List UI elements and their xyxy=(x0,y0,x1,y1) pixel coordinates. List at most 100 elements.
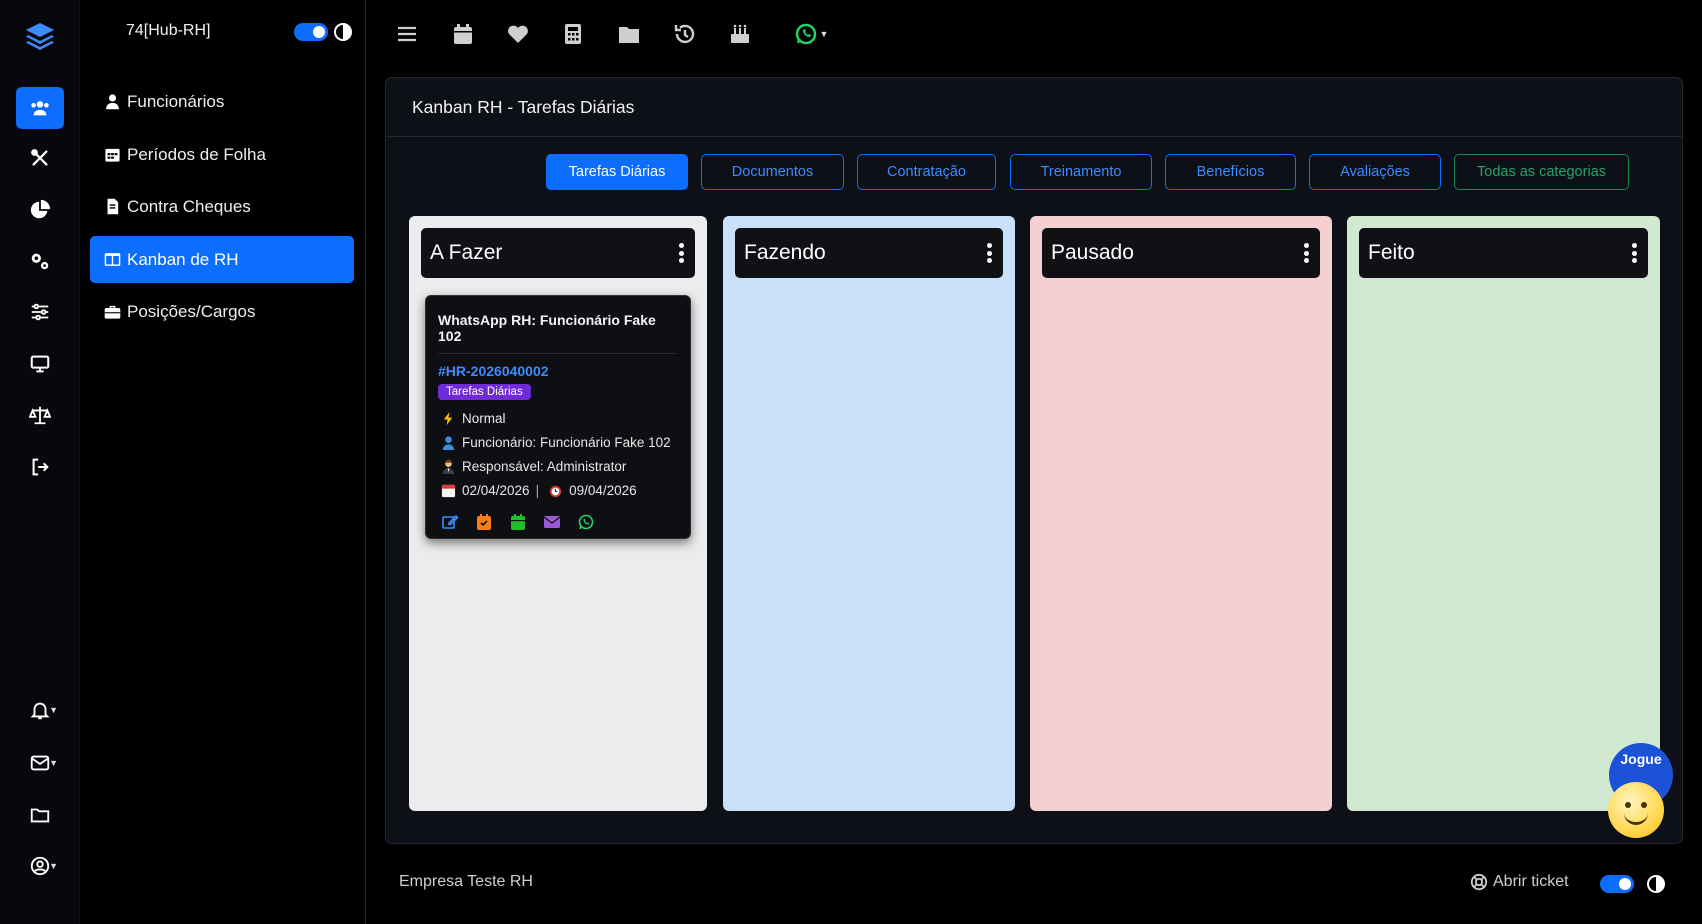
sidebar-item-posicoes[interactable]: Posições/Cargos xyxy=(90,288,354,335)
column-title: Fazendo xyxy=(744,241,826,264)
dates-row: 02/04/2026 | 09/04/2026 xyxy=(438,478,678,502)
menu-icon[interactable] xyxy=(393,20,421,48)
date-separator: | xyxy=(535,482,540,498)
filter-avaliacoes[interactable]: Avaliações xyxy=(1309,154,1441,190)
kebab-menu-icon[interactable] xyxy=(1632,243,1638,263)
employee-text: Funcionário: Funcionário Fake 102 xyxy=(462,434,671,450)
calendar-check-icon[interactable] xyxy=(474,512,494,532)
user-circle-icon[interactable]: ▼ xyxy=(16,845,64,887)
caret-down-icon: ▼ xyxy=(49,861,58,871)
edit-icon[interactable] xyxy=(440,512,460,532)
tools-icon[interactable] xyxy=(16,137,64,179)
envelope-icon[interactable]: ▼ xyxy=(16,742,64,784)
whatsapp-icon[interactable] xyxy=(576,512,596,532)
file-invoice-icon xyxy=(107,198,119,215)
envelope-icon[interactable] xyxy=(542,512,562,532)
card-id-link[interactable]: #HR-2026040002 xyxy=(438,363,678,379)
kebab-menu-icon[interactable] xyxy=(1304,243,1310,263)
calendar-icon[interactable] xyxy=(508,512,528,532)
app-brand: 74[Hub-RH] xyxy=(126,22,211,39)
alarm-clock-icon xyxy=(545,482,565,498)
page-title: Kanban RH - Tarefas Diárias xyxy=(386,78,1682,137)
category-badge: Tarefas Diárias xyxy=(438,384,531,400)
kebab-menu-icon[interactable] xyxy=(679,243,685,263)
sidebar-item-label: Funcionários xyxy=(127,91,225,111)
filter-treinamento[interactable]: Treinamento xyxy=(1010,154,1152,190)
kanban-column-a-fazer: A Fazer WhatsApp RH: Funcionário Fake 10… xyxy=(409,216,707,811)
responsible-text: Responsável: Administrator xyxy=(462,458,627,474)
calendar-icon[interactable] xyxy=(449,20,477,48)
filter-todas-categorias[interactable]: Todas as categorias xyxy=(1454,154,1629,190)
game-label: Jogue xyxy=(1620,751,1662,767)
calendar-emoji-icon xyxy=(438,482,458,498)
responsible-row: Responsável: Administrator xyxy=(438,454,678,478)
column-header: Fazendo xyxy=(735,228,1003,278)
open-ticket-link[interactable]: Abrir ticket xyxy=(1470,873,1569,891)
column-title: Pausado xyxy=(1051,241,1134,264)
sidebar-item-label: Contra Cheques xyxy=(127,196,251,216)
calendar-icon xyxy=(105,148,120,162)
sidebar-item-label: Posições/Cargos xyxy=(127,301,256,321)
sidebar-item-label: Kanban de RH xyxy=(127,249,239,269)
whatsapp-dropdown[interactable]: ▼ xyxy=(789,20,833,48)
column-title: A Fazer xyxy=(430,241,503,264)
card-title: WhatsApp RH: Funcionário Fake 102 xyxy=(438,296,678,354)
kanban-panel: Kanban RH - Tarefas Diárias Tarefas Diár… xyxy=(385,77,1683,844)
due-date: 09/04/2026 xyxy=(569,482,637,498)
column-title: Feito xyxy=(1368,241,1415,264)
column-header: Feito xyxy=(1359,228,1648,278)
footer-theme-toggle[interactable] xyxy=(1600,875,1634,893)
priority-row: Normal xyxy=(438,406,678,430)
whatsapp-icon xyxy=(795,23,816,45)
person-icon xyxy=(438,434,458,450)
kanban-column-feito: Feito xyxy=(1347,216,1660,811)
sliders-icon[interactable] xyxy=(16,291,64,333)
filter-tarefas-diarias[interactable]: Tarefas Diárias xyxy=(546,154,688,190)
folder-icon[interactable] xyxy=(615,20,643,48)
task-card[interactable]: WhatsApp RH: Funcionário Fake 102 #HR-20… xyxy=(425,295,691,539)
monitor-icon[interactable] xyxy=(16,343,64,385)
office-worker-icon xyxy=(438,458,458,474)
calculator-icon[interactable] xyxy=(559,20,587,48)
filter-beneficios[interactable]: Benefícios xyxy=(1165,154,1296,190)
heart-icon[interactable] xyxy=(504,20,532,48)
kanban-column-pausado: Pausado xyxy=(1030,216,1332,811)
caret-down-icon: ▼ xyxy=(49,705,58,715)
gears-icon[interactable] xyxy=(16,240,64,282)
columns-icon xyxy=(104,253,121,266)
start-date: 02/04/2026 xyxy=(462,482,530,498)
logout-icon[interactable] xyxy=(16,446,64,488)
sidebar-item-kanban[interactable]: Kanban de RH xyxy=(90,236,354,283)
lifesaver-icon xyxy=(1470,873,1488,891)
card-actions xyxy=(438,512,678,532)
company-name: Empresa Teste RH xyxy=(399,873,533,890)
footer: Empresa Teste RH Abrir ticket xyxy=(367,852,1702,924)
smiley-mascot-icon[interactable] xyxy=(1608,782,1664,838)
theme-toggle[interactable] xyxy=(294,23,328,41)
contrast-icon[interactable] xyxy=(334,23,352,41)
kanban-column-fazendo: Fazendo xyxy=(723,216,1015,811)
filter-documentos[interactable]: Documentos xyxy=(701,154,844,190)
sidebar-item-label: Períodos de Folha xyxy=(127,144,266,164)
filter-contratacao[interactable]: Contratação xyxy=(857,154,996,190)
kebab-menu-icon[interactable] xyxy=(987,243,993,263)
sidebar-item-contra-cheques[interactable]: Contra Cheques xyxy=(90,183,354,230)
sidebar: 74[Hub-RH] Funcionários Períodos de Folh… xyxy=(80,0,366,924)
users-icon[interactable] xyxy=(16,87,64,129)
bell-icon[interactable]: ▼ xyxy=(16,689,64,731)
user-tie-icon xyxy=(106,94,119,110)
contrast-icon[interactable] xyxy=(1647,875,1665,893)
sidebar-item-funcionarios[interactable]: Funcionários xyxy=(90,78,354,125)
folder-icon[interactable] xyxy=(16,794,64,836)
lightning-icon xyxy=(438,410,458,426)
top-toolbar: ▼ xyxy=(367,0,1702,70)
icon-rail: ▼ ▼ ▼ xyxy=(0,0,80,924)
caret-down-icon: ▼ xyxy=(49,758,58,768)
layers-logo-icon[interactable] xyxy=(24,20,56,52)
sidebar-item-periodos[interactable]: Períodos de Folha xyxy=(90,131,354,178)
birthday-cake-icon[interactable] xyxy=(726,20,754,48)
balance-scale-icon[interactable] xyxy=(16,394,64,436)
column-header: Pausado xyxy=(1042,228,1320,278)
pie-chart-icon[interactable] xyxy=(16,189,64,231)
history-icon[interactable] xyxy=(671,20,699,48)
